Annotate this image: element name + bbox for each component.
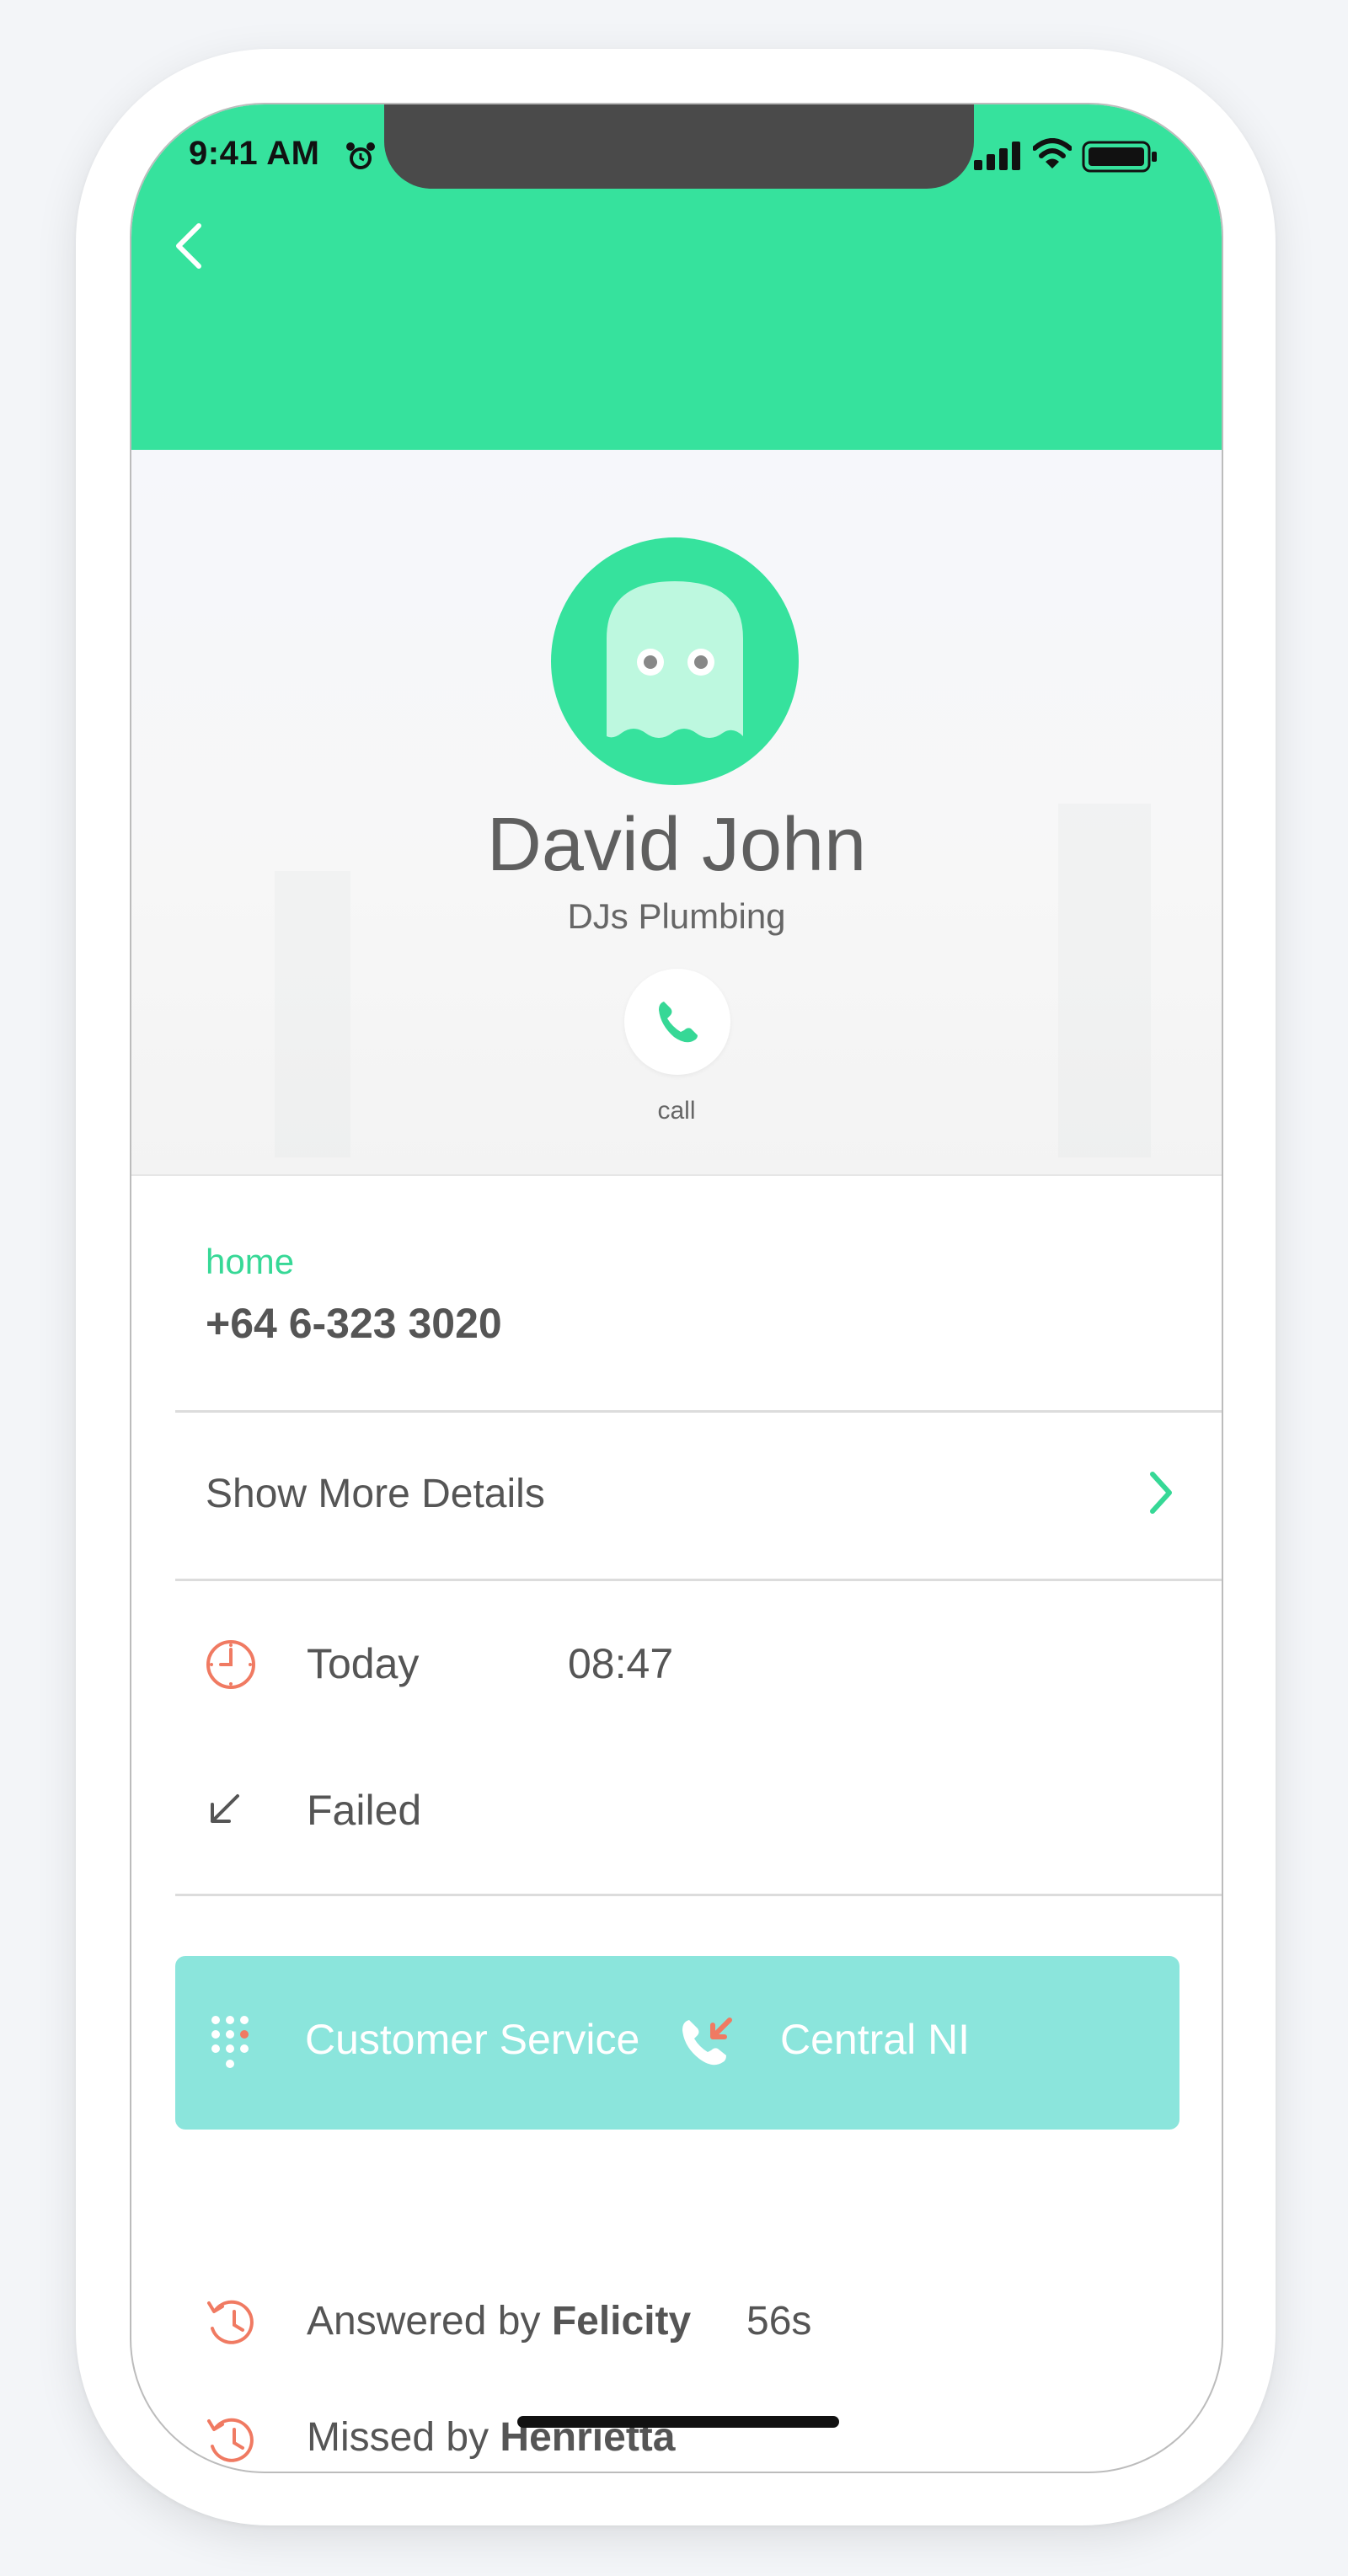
chevron-right-icon bbox=[1150, 1472, 1172, 1514]
contact-company: DJs Plumbing bbox=[567, 896, 786, 936]
show-more-details-row[interactable]: Show More Details bbox=[175, 1412, 1222, 1577]
history-prefix: Answered by bbox=[307, 2299, 541, 2344]
wifi-icon bbox=[1033, 138, 1072, 168]
incoming-call-icon bbox=[682, 2018, 732, 2066]
phone-icon bbox=[659, 1002, 698, 1043]
back-arrow-icon[interactable] bbox=[165, 212, 212, 280]
call-date: Today bbox=[307, 1640, 420, 1687]
call-time: 08:47 bbox=[568, 1640, 674, 1687]
screen: 9:41 AM David John DJs Plumbing call hom… bbox=[130, 103, 1223, 2473]
contact-profile: David John DJs Plumbing call bbox=[131, 450, 1222, 1176]
call-label: call bbox=[657, 1097, 696, 1125]
history-icon bbox=[207, 2418, 254, 2462]
dialpad-icon bbox=[211, 2016, 249, 2068]
alarm-icon bbox=[346, 142, 375, 169]
clock-icon bbox=[206, 1640, 255, 1689]
phone-type-label: home bbox=[206, 1242, 295, 1281]
divider bbox=[175, 1579, 1222, 1581]
history-icon bbox=[207, 2300, 254, 2344]
incoming-arrow-icon bbox=[211, 1794, 239, 1823]
history-duration: 56s bbox=[746, 2299, 812, 2344]
divider bbox=[175, 1894, 1222, 1896]
call-status: Failed bbox=[307, 1787, 422, 1834]
call-button[interactable] bbox=[624, 969, 730, 1075]
status-time: 9:41 AM bbox=[189, 135, 320, 172]
history-answered: Answered by Felicity bbox=[307, 2298, 691, 2344]
history-prefix: Missed by bbox=[307, 2415, 489, 2460]
contact-name: David John bbox=[486, 803, 867, 887]
header-bar: 9:41 AM bbox=[131, 104, 1222, 450]
battery-icon bbox=[1082, 141, 1157, 173]
home-indicator[interactable] bbox=[517, 2416, 839, 2428]
ghost-icon bbox=[607, 581, 743, 738]
show-more-details-label: Show More Details bbox=[206, 1472, 545, 1516]
history-agent: Felicity bbox=[551, 2299, 692, 2344]
routing-banner: Customer Service Central NI bbox=[175, 1956, 1180, 2130]
location-name: Central NI bbox=[780, 2016, 971, 2063]
phone-number[interactable]: +64 6-323 3020 bbox=[206, 1299, 502, 1348]
signal-icon bbox=[974, 142, 1020, 170]
notch bbox=[384, 104, 974, 189]
avatar bbox=[551, 537, 799, 785]
queue-name: Customer Service bbox=[305, 2016, 640, 2063]
